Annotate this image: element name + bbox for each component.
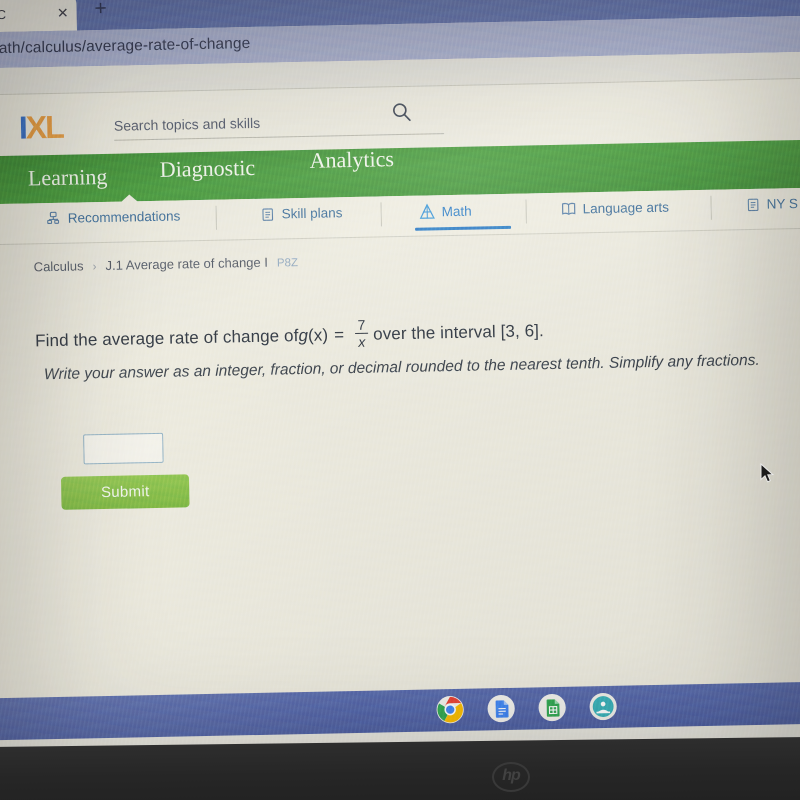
tab-skill-plans-label: Skill plans (281, 205, 343, 222)
web-page: IXL Search topics and skills Learning Di… (0, 51, 800, 699)
question-function-name: g (298, 325, 309, 345)
fraction-numerator: 7 (357, 316, 366, 333)
breadcrumb-root[interactable]: Calculus (34, 258, 84, 274)
shelf-icon-group (435, 692, 618, 725)
skill-code: P8Z (276, 257, 299, 270)
nav-item-analytics[interactable]: Analytics (309, 146, 394, 174)
nav-item-learning[interactable]: Learning (28, 164, 108, 192)
laptop-screen: el (C ✕ + /math/calculus/average-rate-of… (0, 0, 800, 781)
tab-language-arts[interactable]: Language arts (560, 199, 669, 217)
photo-of-laptop-screen: el (C ✕ + /math/calculus/average-rate-of… (0, 0, 800, 800)
tab-ny-standards[interactable]: NY S (745, 196, 798, 212)
fraction: 7 x (355, 316, 369, 351)
ixl-logo[interactable]: IXL (19, 108, 64, 146)
chevron-right-icon: › (92, 259, 97, 274)
active-tab-underline (415, 225, 512, 231)
laptop-bezel (0, 736, 800, 800)
question-function-arg: (x) (307, 325, 329, 345)
open-book-icon (561, 202, 576, 216)
tab-divider (525, 199, 527, 224)
skill-plans-icon (262, 208, 274, 221)
chrome-icon[interactable] (435, 695, 465, 725)
subject-tab-bar: Recommendations Skill plans Math Languag… (0, 187, 800, 246)
browser-tab-title: el (C (0, 6, 7, 22)
google-classroom-icon[interactable] (588, 692, 618, 722)
search-icon[interactable] (391, 102, 411, 122)
tab-skill-plans[interactable]: Skill plans (261, 205, 343, 222)
question-equals: = (333, 324, 345, 345)
tab-language-arts-label: Language arts (582, 199, 670, 216)
active-nav-pointer (120, 194, 139, 203)
close-icon[interactable]: ✕ (57, 5, 69, 21)
tab-math[interactable]: Math (419, 203, 472, 221)
google-sheets-icon[interactable] (537, 693, 567, 723)
recommendations-icon (47, 211, 60, 225)
new-tab-button[interactable]: + (94, 0, 107, 20)
browser-tab[interactable]: el (C ✕ (0, 0, 77, 33)
tab-divider (710, 195, 712, 220)
nav-item-diagnostic[interactable]: Diagnostic (160, 155, 256, 183)
breadcrumb-current: J.1 Average rate of change I (105, 254, 269, 273)
google-docs-icon[interactable] (486, 694, 516, 724)
mouse-cursor (760, 463, 775, 483)
tab-divider (380, 202, 382, 227)
question-prefix: Find the average rate of change of (35, 325, 299, 351)
question-suffix: over the interval [3, 6]. (372, 320, 545, 344)
question-text: Find the average rate of change of g (x) … (35, 315, 544, 357)
tab-divider (215, 205, 218, 230)
math-compass-icon (419, 203, 435, 219)
submit-button[interactable]: Submit (60, 474, 190, 510)
clipboard-icon (747, 198, 759, 212)
hp-logo: hp (492, 762, 530, 792)
answer-input[interactable] (83, 432, 164, 465)
tab-recommendations[interactable]: Recommendations (47, 208, 181, 226)
tab-recommendations-label: Recommendations (67, 208, 181, 226)
tab-math-label: Math (441, 203, 472, 220)
ixl-logo-xl: XL (25, 108, 64, 146)
fraction-denominator: x (358, 334, 366, 351)
breadcrumb: Calculus › J.1 Average rate of change I … (34, 254, 299, 275)
tab-ny-standards-label: NY S (766, 196, 799, 212)
